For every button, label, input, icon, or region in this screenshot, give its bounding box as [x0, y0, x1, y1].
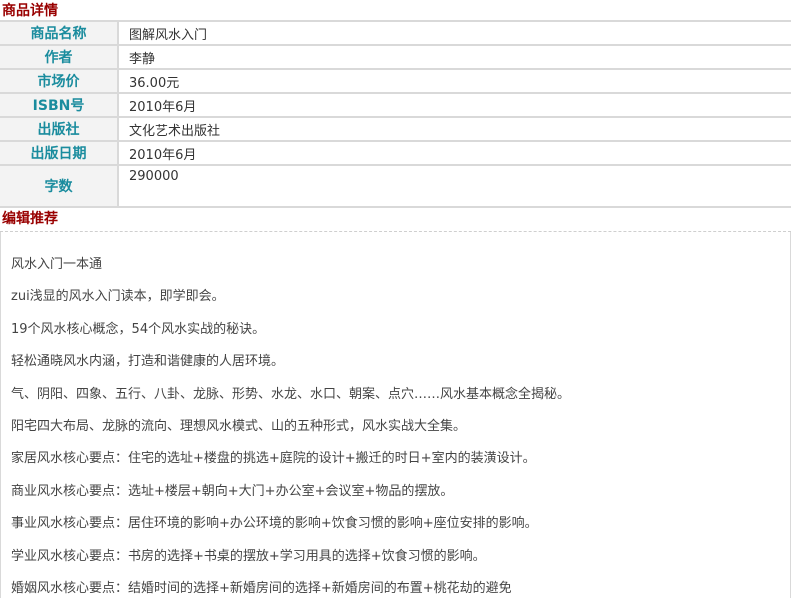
details-section: 商品详情 商品名称 图解风水入门 作者 李静 市场价 36.00元 ISBN号 … [0, 0, 791, 208]
details-header: 商品详情 [0, 0, 791, 22]
recommend-line: 19个风水核心概念，54个风水实战的秘诀。 [11, 321, 266, 337]
recommend-section: 编辑推荐 风水入门一本通 zui浅显的风水入门读本，即学即会。 19个风水核心概… [0, 208, 791, 598]
detail-row-publish-date: 出版日期 2010年6月 [0, 142, 791, 166]
recommend-line: zui浅显的风水入门读本，即学即会。 [11, 289, 225, 305]
recommend-line: 事业风水核心要点：居住环境的影响+办公环境的影响+饮食习惯的影响+座位安排的影响… [11, 516, 538, 532]
recommend-content: 风水入门一本通 zui浅显的风水入门读本，即学即会。 19个风水核心概念，54个… [0, 232, 791, 598]
detail-row-publisher: 出版社 文化艺术出版社 [0, 118, 791, 142]
detail-label: 出版社 [0, 118, 119, 142]
recommend-line: 学业风水核心要点：书房的选择+书桌的摆放+学习用具的选择+饮食习惯的影响。 [11, 548, 486, 564]
details-table: 商品名称 图解风水入门 作者 李静 市场价 36.00元 ISBN号 2010年… [0, 22, 791, 208]
detail-label: 出版日期 [0, 142, 119, 166]
detail-row-author: 作者 李静 [0, 46, 791, 70]
detail-value: 2010年6月 [119, 94, 791, 118]
detail-value: 36.00元 [119, 70, 791, 94]
recommend-line: 商业风水核心要点：选址+楼层+朝向+大门+办公室+会议室+物品的摆放。 [11, 483, 454, 499]
recommend-line: 婚姻风水核心要点：结婚时间的选择+新婚房间的选择+新婚房间的布置+桃花劫的避免 [11, 580, 512, 596]
detail-row-title: 商品名称 图解风水入门 [0, 22, 791, 46]
recommend-line: 轻松通晓风水内涵，打造和谐健康的人居环境。 [11, 354, 285, 370]
detail-label: 商品名称 [0, 22, 119, 46]
detail-value: 李静 [119, 46, 791, 70]
detail-value: 文化艺术出版社 [119, 118, 791, 142]
detail-label: 字数 [0, 166, 119, 208]
recommend-header: 编辑推荐 [0, 208, 791, 232]
detail-label: ISBN号 [0, 94, 119, 118]
detail-value: 2010年6月 [119, 142, 791, 166]
detail-row-price: 市场价 36.00元 [0, 70, 791, 94]
detail-value: 图解风水入门 [119, 22, 791, 46]
detail-row-word-count: 字数 290000 [0, 166, 791, 208]
detail-label: 市场价 [0, 70, 119, 94]
detail-value: 290000 [119, 166, 791, 208]
recommend-line: 气、阴阳、四象、五行、八卦、龙脉、形势、水龙、水口、朝案、点穴……风水基本概念全… [11, 386, 571, 402]
recommend-line: 家居风水核心要点：住宅的选址+楼盘的挑选+庭院的设计+搬迁的时日+室内的装潢设计… [11, 451, 536, 467]
recommend-line: 风水入门一本通 [11, 257, 103, 272]
recommend-line: 阳宅四大布局、龙脉的流向、理想风水模式、山的五种形式，风水实战大全集。 [11, 418, 467, 434]
detail-row-isbn: ISBN号 2010年6月 [0, 94, 791, 118]
detail-label: 作者 [0, 46, 119, 70]
